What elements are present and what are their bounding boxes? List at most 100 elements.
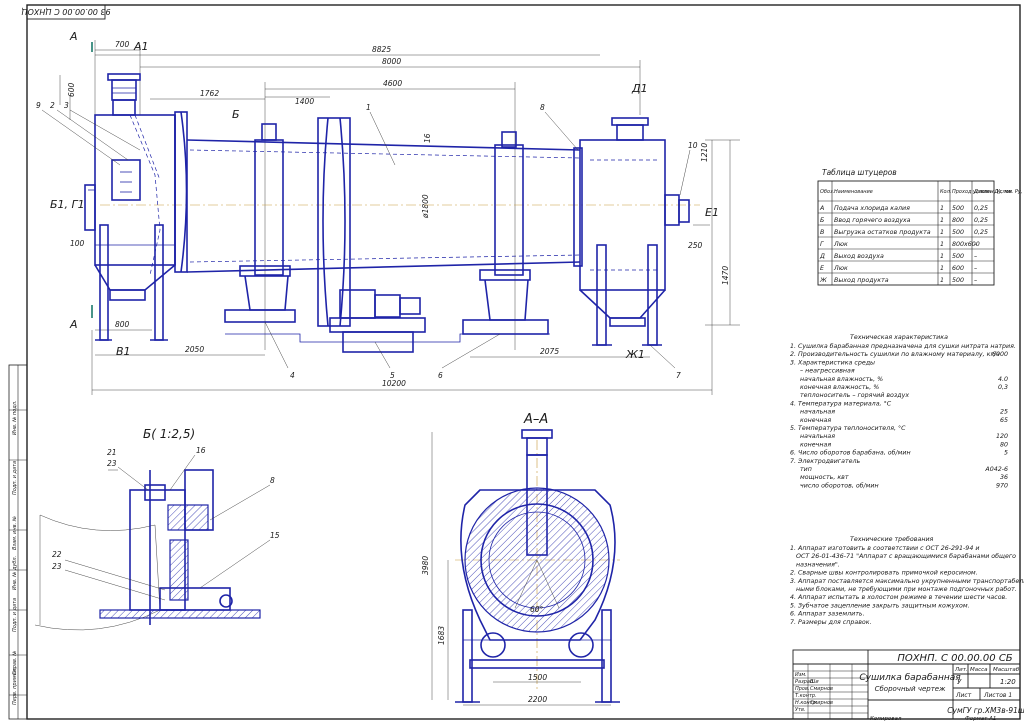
- nozzle-cell: 1: [940, 217, 944, 224]
- tech-req-line: 5. Зубчатое зацепление закрыть защитным …: [790, 601, 970, 609]
- tech-req-line: 3. Аппарат поставляется максимально укру…: [790, 577, 1024, 585]
- leader-6: 6: [438, 371, 443, 380]
- nozzle-cell: 1: [940, 253, 944, 260]
- tech-char-value: 120: [996, 433, 1008, 440]
- dim-2050: 2050: [185, 345, 204, 354]
- section-mark-e1: Е1: [705, 206, 719, 219]
- leader-10: 10: [688, 141, 698, 150]
- mass-header: Масса: [970, 667, 988, 673]
- tech-req-line: назначения".: [796, 561, 840, 568]
- tech-char-value: 65: [1000, 417, 1008, 424]
- tech-char-line: 1. Сушилка барабанная предназначена для …: [790, 342, 1016, 350]
- dim-1762: 1762: [200, 89, 219, 98]
- tech-char-line: начальная: [800, 409, 835, 416]
- nozzle-cell: 1: [940, 265, 944, 272]
- tech-req-line: 2. Сварные швы контролировать примочкой …: [790, 570, 978, 577]
- dim-3980: 3980: [421, 556, 430, 575]
- tech-char-line: начальная: [800, 433, 835, 440]
- nozzle-cell: Е: [820, 265, 824, 272]
- nozzle-cell: Люк: [833, 265, 848, 272]
- tech-char-line: тип: [800, 466, 812, 473]
- nozzle-cell: Выход воздуха: [834, 253, 884, 260]
- tech-char-line: 3. Характеристика среды: [790, 359, 875, 366]
- section-mark-v1: В1: [116, 345, 131, 358]
- nozzle-table-title: Таблица штуцеров: [822, 168, 897, 177]
- side-stamp-label: Подп. и дата: [12, 461, 18, 495]
- leader-7: 7: [676, 371, 681, 380]
- b-leader-23a: 23: [107, 459, 117, 468]
- dim-8825: 8825: [372, 45, 391, 54]
- nozzle-cell: Выход продукта: [834, 277, 889, 284]
- copied-label: Копировал: [870, 716, 902, 722]
- nozzle-cell: 1: [940, 241, 944, 248]
- nozzle-cell: 1: [940, 205, 944, 212]
- nozzle-header: Наименование: [834, 189, 873, 195]
- sheets-count: Листов 1: [983, 692, 1012, 699]
- nozzle-cell: 500: [952, 205, 964, 212]
- lit-header: Лит.: [954, 667, 968, 673]
- nozzle-cell: –: [974, 265, 977, 272]
- title-role-name: Смирнов: [810, 686, 833, 692]
- tech-char-line: конечная влажность, %: [800, 384, 879, 391]
- dim-2200: 2200: [528, 695, 547, 704]
- sheet-label: Лист: [955, 692, 972, 699]
- side-stamp-label: Инв. № дубл.: [12, 556, 18, 590]
- title-role: Пров.: [795, 686, 810, 692]
- tech-char-value: 0,3: [998, 384, 1008, 391]
- dim-diameter: ø1800: [421, 194, 430, 219]
- tech-char-line: 5. Температура теплоносителя, °С: [790, 424, 906, 432]
- dim-100: 100: [70, 239, 85, 248]
- tech-char-line: мощность, квт: [800, 474, 849, 481]
- nozzle-cell: 1: [940, 277, 944, 284]
- tech-req-line: 1. Аппарат изготовить в соответствии с О…: [790, 545, 979, 552]
- tech-char-line: конечная: [800, 417, 831, 424]
- section-mark-a-top: А: [69, 30, 78, 43]
- nozzle-header: Кол.: [940, 189, 951, 195]
- tech-char-value: 36: [1000, 474, 1008, 481]
- nozzle-cell: –: [974, 277, 977, 284]
- tech-req-line: 6. Аппарат заземлить.: [790, 611, 865, 618]
- leader-4: 4: [290, 371, 295, 380]
- b-leader-22: 22: [52, 550, 62, 559]
- tech-char-line: 7. Электродвигатель: [790, 458, 861, 465]
- section-mark-d1: Д1: [631, 82, 648, 95]
- tech-req-line: ОСТ 26-01-436-71 "Аппарат с вращающимися…: [796, 552, 1016, 560]
- title-role: Т.контр.: [795, 693, 817, 699]
- b-leader-15: 15: [270, 531, 280, 540]
- dim-8000: 8000: [382, 57, 401, 66]
- dim-800: 800: [115, 320, 130, 329]
- leader-3: 3: [64, 101, 69, 110]
- tech-req-line: ными блоками, не требующими при монтаже …: [796, 585, 1017, 593]
- drawing-subtitle: Сборочный чертеж: [875, 685, 946, 693]
- leader-5: 5: [390, 371, 395, 380]
- nozzle-header: Давлен. Услов. Ру, МПа: [973, 189, 1024, 195]
- nozzle-cell: –: [974, 241, 977, 248]
- nozzle-cell: 0,25: [974, 217, 988, 224]
- section-mark-a1: А1: [133, 40, 149, 53]
- view-aa-title: А–А: [523, 412, 548, 427]
- tech-char-line: число оборотов, об/мин: [800, 481, 879, 489]
- nozzle-cell: Г: [820, 241, 824, 248]
- tech-char-title: Техническая характеристика: [850, 334, 948, 341]
- tech-char-value: 4.0: [998, 376, 1008, 383]
- title-block: Изм.Разраб.ШиПров. СмирновТ.контр.Н.контр…: [792, 649, 1024, 722]
- detail-view-b: Б( 1:2,5) 21 23 16 8 15 22 23: [34, 427, 280, 631]
- leader-1: 1: [366, 103, 371, 112]
- title-role: Утв.: [795, 707, 806, 713]
- organization: СумГУ гр.ХМ3в-91ш: [947, 706, 1024, 715]
- drawing-sheet: Перв. примен.Справ. №Подп. и датаИнв. № …: [8, 4, 1024, 722]
- format-label: Формат А1: [965, 716, 996, 722]
- tech-char-value: 6000: [992, 351, 1008, 358]
- nozzle-cell: 600: [952, 265, 964, 272]
- tech-char-value: 25: [1000, 409, 1008, 416]
- tech-char-value: 970: [996, 482, 1008, 489]
- nozzle-cell: В: [820, 229, 824, 236]
- tech-characteristics: Техническая характеристика 1. Сушилка ба…: [790, 334, 1016, 489]
- nozzle-cell: 500: [952, 229, 964, 236]
- nozzle-cell: Подача хлорида калия: [834, 205, 910, 212]
- tech-char-line: 4. Температура материала, °С: [790, 399, 892, 407]
- section-mark-b1-g1: Б1, Г1: [50, 198, 85, 211]
- side-stamp-label: Взам. инв. №: [12, 516, 18, 550]
- tech-char-line: теплоноситель – горячий воздух: [800, 392, 909, 399]
- nozzle-header: Обоз.: [820, 189, 834, 195]
